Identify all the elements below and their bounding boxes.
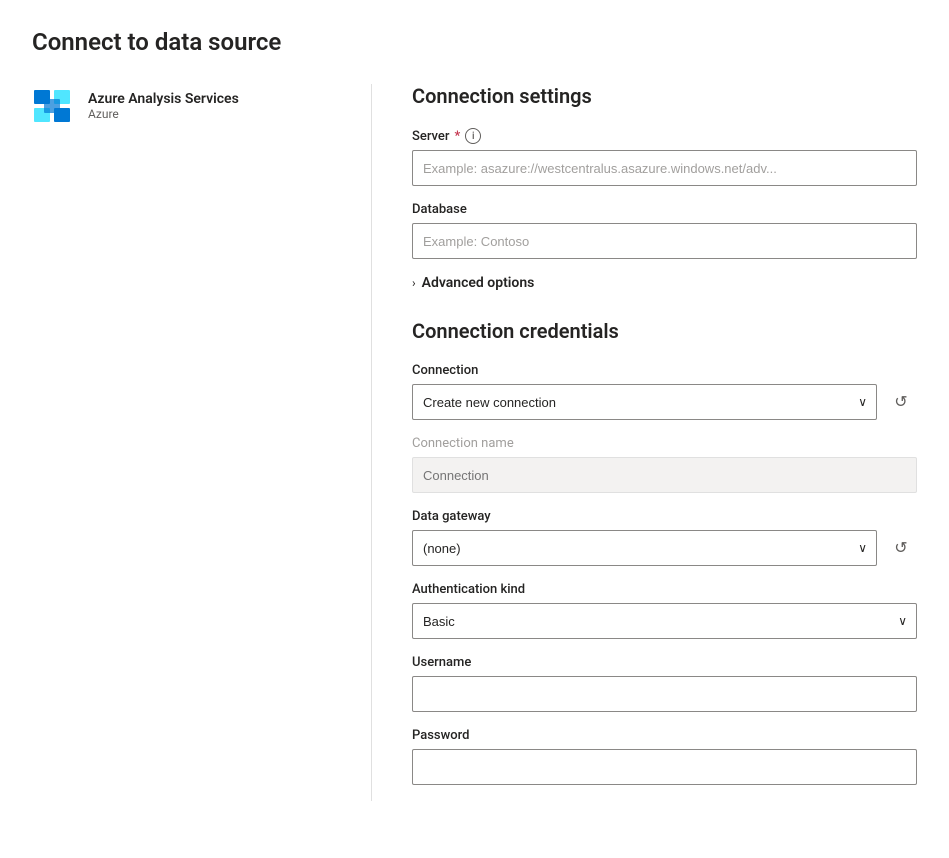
- connection-dropdown-container: Create new connection ∨: [412, 384, 877, 420]
- username-input[interactable]: [412, 676, 917, 712]
- connection-dropdown-wrapper: Create new connection ∨ ↺: [412, 384, 917, 420]
- auth-kind-label: Authentication kind: [412, 582, 917, 597]
- connection-name-label: Connection name: [412, 436, 917, 451]
- password-field-group: Password: [412, 728, 917, 785]
- database-input[interactable]: [412, 223, 917, 259]
- required-indicator: *: [454, 129, 460, 144]
- sidebar: Azure Analysis Services Azure: [32, 84, 372, 801]
- username-field-group: Username: [412, 655, 917, 712]
- azure-analysis-services-icon: [32, 88, 76, 124]
- server-info-icon[interactable]: i: [465, 128, 481, 144]
- advanced-options-toggle[interactable]: › Advanced options: [412, 275, 917, 291]
- service-name: Azure Analysis Services: [88, 91, 239, 107]
- advanced-options-label: Advanced options: [422, 275, 535, 291]
- connection-name-field-group: Connection name: [412, 436, 917, 493]
- data-gateway-dropdown-wrapper: (none) ∨ ↺: [412, 530, 917, 566]
- service-info: Azure Analysis Services Azure: [88, 91, 239, 121]
- connection-field-group: Connection Create new connection ∨ ↺: [412, 363, 917, 420]
- advanced-options-chevron-icon: ›: [412, 276, 416, 290]
- page-title: Connect to data source: [32, 28, 917, 56]
- database-field-group: Database: [412, 202, 917, 259]
- server-field-group: Server * i: [412, 128, 917, 186]
- password-label: Password: [412, 728, 917, 743]
- password-input[interactable]: [412, 749, 917, 785]
- data-gateway-field-group: Data gateway (none) ∨ ↺: [412, 509, 917, 566]
- connection-label: Connection: [412, 363, 917, 378]
- data-gateway-refresh-button[interactable]: ↺: [885, 532, 917, 564]
- server-input[interactable]: [412, 150, 917, 186]
- service-category: Azure: [88, 107, 239, 121]
- connection-settings-section: Connection settings Server * i Database: [412, 84, 917, 291]
- database-label: Database: [412, 202, 917, 217]
- connection-dropdown[interactable]: Create new connection: [412, 384, 877, 420]
- connection-credentials-section: Connection credentials Connection Create…: [412, 319, 917, 785]
- data-gateway-label: Data gateway: [412, 509, 917, 524]
- connection-refresh-button[interactable]: ↺: [885, 386, 917, 418]
- data-gateway-dropdown-container: (none) ∨: [412, 530, 877, 566]
- service-item: Azure Analysis Services Azure: [32, 88, 339, 124]
- main-content: Connection settings Server * i Database: [372, 84, 917, 801]
- auth-kind-dropdown-container: Basic ∨: [412, 603, 917, 639]
- connection-name-input[interactable]: [412, 457, 917, 493]
- data-gateway-dropdown[interactable]: (none): [412, 530, 877, 566]
- username-label: Username: [412, 655, 917, 670]
- connection-settings-title: Connection settings: [412, 84, 917, 108]
- connection-credentials-title: Connection credentials: [412, 319, 917, 343]
- server-label: Server * i: [412, 128, 917, 144]
- auth-kind-field-group: Authentication kind Basic ∨: [412, 582, 917, 639]
- auth-kind-dropdown[interactable]: Basic: [412, 603, 917, 639]
